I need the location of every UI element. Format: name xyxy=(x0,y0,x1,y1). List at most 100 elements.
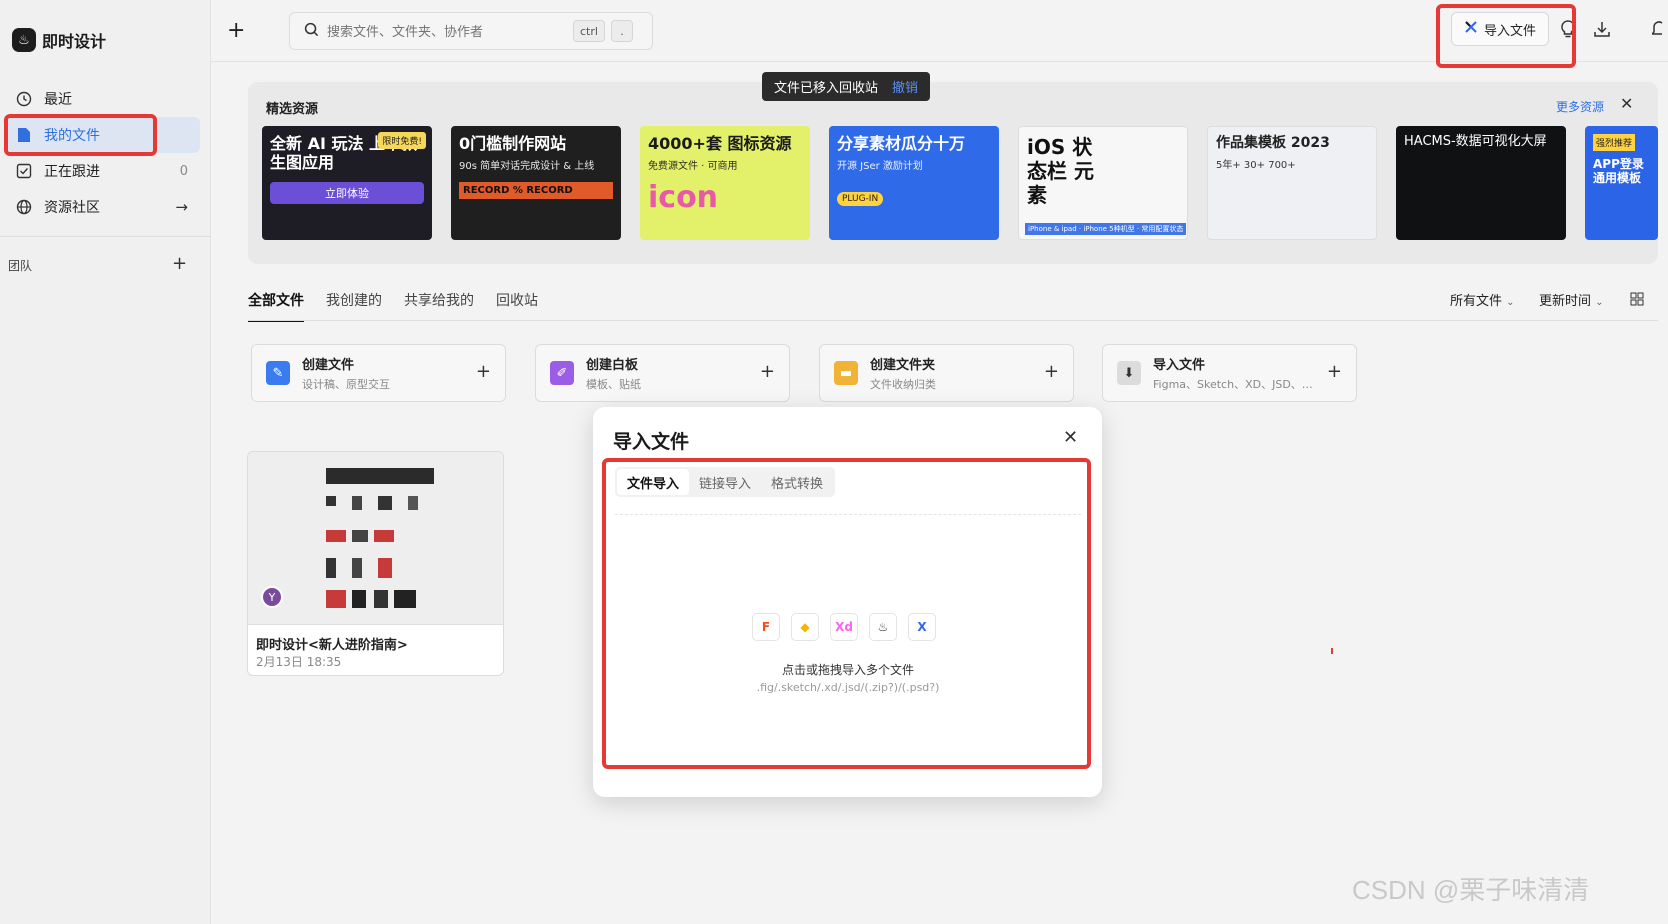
sidebar-item-label: 最近 xyxy=(44,92,72,108)
file-card[interactable]: Y 即时设计<新人进阶指南> 2月13日 18:35 xyxy=(247,451,504,676)
file-icon xyxy=(14,125,34,145)
sidebar: ♨ 即时设计 最近 我的文件 正在跟进 0 资源社区 → 团队 + xyxy=(0,0,211,924)
tab-all-files[interactable]: 全部文件 xyxy=(248,290,304,322)
more-resources-link[interactable]: 更多资源 xyxy=(1556,98,1604,115)
resource-card[interactable]: HACMS-数据可视化大屏 xyxy=(1396,126,1566,240)
create-file-button[interactable]: ✎ 创建文件 设计稿、原型交互 + xyxy=(251,344,506,402)
import-file-card[interactable]: ⬇ 导入文件 Figma、Sketch、XD、JSD、… + xyxy=(1102,344,1357,402)
kbd-ctrl: ctrl xyxy=(573,20,605,42)
import-file-button[interactable]: 导入文件 xyxy=(1451,12,1549,46)
card-badge: PLUG-IN xyxy=(837,192,884,207)
grid-icon[interactable] xyxy=(1630,292,1644,310)
app-logo[interactable]: ♨ 即时设计 xyxy=(12,28,106,52)
bell-icon[interactable] xyxy=(1650,20,1663,43)
tab-format-convert[interactable]: 格式转换 xyxy=(761,469,833,495)
file-name: 即时设计<新人进阶指南> xyxy=(256,638,408,653)
sort-label: 更新时间 xyxy=(1539,294,1592,309)
thumb-block xyxy=(374,590,388,608)
jsd-x-icon: X xyxy=(908,613,936,641)
resource-card[interactable]: iOS 状态栏 元素 iPhone & ipad · iPhone 5种机型 ·… xyxy=(1018,126,1188,240)
plus-icon: + xyxy=(1326,361,1342,382)
create-subtitle: 设计稿、原型交互 xyxy=(302,378,390,391)
drop-zone[interactable]: F ◆ Xd ♨ X 点击或拖拽导入多个文件 .fig/.sketch/.xd/… xyxy=(615,514,1081,769)
resource-card[interactable]: 4000+套 图标资源 免费源文件 · 可商用 icon xyxy=(640,126,810,240)
format-icons: F ◆ Xd ♨ X xyxy=(752,613,936,641)
sidebar-item-my-files[interactable]: 我的文件 xyxy=(8,117,200,153)
card-title: iOS 状态栏 元素 xyxy=(1027,135,1094,207)
jsd-icon: ♨ xyxy=(869,613,897,641)
team-add-button[interactable]: + xyxy=(172,253,187,274)
download-icon: ⬇ xyxy=(1117,361,1141,385)
undo-link[interactable]: 撤销 xyxy=(892,77,918,96)
thumb-block xyxy=(326,496,336,506)
sidebar-item-following[interactable]: 正在跟进 0 xyxy=(8,153,200,189)
thumb-block xyxy=(352,558,362,578)
tab-shared-with-me[interactable]: 共享给我的 xyxy=(404,290,474,310)
card-subtitle: 5年+ 30+ 700+ xyxy=(1216,159,1296,171)
bulb-icon[interactable] xyxy=(1560,20,1576,43)
resource-card[interactable]: 分享素材瓜分十万 开源 JSer 激励计划 PLUG-IN xyxy=(829,126,999,240)
sidebar-item-label: 资源社区 xyxy=(44,200,100,216)
new-button[interactable]: + xyxy=(227,18,245,43)
import-file-label: 导入文件 xyxy=(1483,23,1536,39)
sidebar-item-label: 我的文件 xyxy=(44,128,100,144)
resource-card[interactable]: 强烈推荐 APP登录 通用模板 xyxy=(1585,126,1658,240)
plus-icon: + xyxy=(475,361,491,382)
filter-dropdown[interactable]: 所有文件 ⌄ xyxy=(1450,290,1515,309)
download-icon[interactable] xyxy=(1593,20,1611,43)
import-dialog: 导入文件 ✕ 文件导入 链接导入 格式转换 F ◆ Xd ♨ X 点击或拖拽导入… xyxy=(593,407,1102,797)
thumb-block xyxy=(378,558,392,578)
search-bar[interactable]: ctrl . xyxy=(289,12,653,50)
close-icon[interactable]: ✕ xyxy=(1063,427,1078,448)
close-icon[interactable]: ✕ xyxy=(1620,94,1633,113)
sidebar-item-label: 正在跟进 xyxy=(44,164,100,180)
tab-trash[interactable]: 回收站 xyxy=(496,290,538,310)
card-subtitle: 90s 简单对话完成设计 & 上线 xyxy=(459,161,595,173)
featured-title: 精选资源 xyxy=(266,102,319,117)
card-subtitle: 开源 JSer 激励计划 xyxy=(837,161,923,173)
logo-icon: ♨ xyxy=(12,28,36,52)
follow-icon xyxy=(14,161,34,181)
tab-file-import[interactable]: 文件导入 xyxy=(617,469,690,495)
folder-icon: ▬ xyxy=(834,361,858,385)
card-title: APP登录 通用模板 xyxy=(1593,157,1644,186)
sidebar-item-recent[interactable]: 最近 xyxy=(8,81,200,117)
card-title: 4000+套 图标资源 xyxy=(648,134,792,153)
create-title: 导入文件 xyxy=(1153,358,1206,373)
sort-dropdown[interactable]: 更新时间 ⌄ xyxy=(1539,290,1604,309)
search-input[interactable] xyxy=(327,23,567,39)
thumb-block xyxy=(394,590,416,608)
card-badge: 强烈推荐 xyxy=(1593,134,1636,151)
create-whiteboard-button[interactable]: ✐ 创建白板 模板、贴纸 + xyxy=(535,344,790,402)
thumb-block xyxy=(408,496,418,510)
thumb-block xyxy=(326,558,336,578)
chevron-down-icon: ⌄ xyxy=(1506,297,1515,308)
resource-card[interactable]: 全新 AI 玩法 上千款生图应用 立即体验 限时免费! xyxy=(262,126,432,240)
create-folder-button[interactable]: ▬ 创建文件夹 文件收纳归类 + xyxy=(819,344,1074,402)
file-thumbnail: Y xyxy=(248,452,503,625)
card-badge: 限时免费! xyxy=(378,132,426,149)
file-tabs: 全部文件 我创建的 共享给我的 回收站 xyxy=(248,290,538,322)
sketch-icon: ◆ xyxy=(791,613,819,641)
sidebar-item-community[interactable]: 资源社区 → xyxy=(8,189,200,225)
tab-created-by-me[interactable]: 我创建的 xyxy=(326,290,382,310)
create-subtitle: Figma、Sketch、XD、JSD、… xyxy=(1153,378,1313,391)
follow-count: 0 xyxy=(179,163,188,179)
card-badge: icon xyxy=(648,180,719,216)
avatar: Y xyxy=(261,586,283,608)
topbar: + ctrl . 导入文件 xyxy=(211,0,1668,62)
xd-icon: Xd xyxy=(830,613,858,641)
thumb-block xyxy=(326,530,346,542)
create-title: 创建文件夹 xyxy=(870,358,936,373)
tab-link-import[interactable]: 链接导入 xyxy=(689,469,761,495)
thumb-block xyxy=(326,590,346,608)
thumb-block xyxy=(352,530,368,542)
supported-formats: .fig/.sketch/.xd/.jsd/(.zip?)/(.psd?) xyxy=(756,681,940,694)
plus-icon: + xyxy=(1043,361,1059,382)
resource-card[interactable]: 作品集模板 2023 5年+ 30+ 700+ xyxy=(1207,126,1377,240)
resource-card[interactable]: 0门槛制作网站 90s 简单对话完成设计 & 上线 RECORD % RECOR… xyxy=(451,126,621,240)
app-name: 即时设计 xyxy=(42,32,107,51)
plus-icon: + xyxy=(759,361,775,382)
create-title: 创建白板 xyxy=(586,358,639,373)
thumb-block xyxy=(378,496,392,510)
